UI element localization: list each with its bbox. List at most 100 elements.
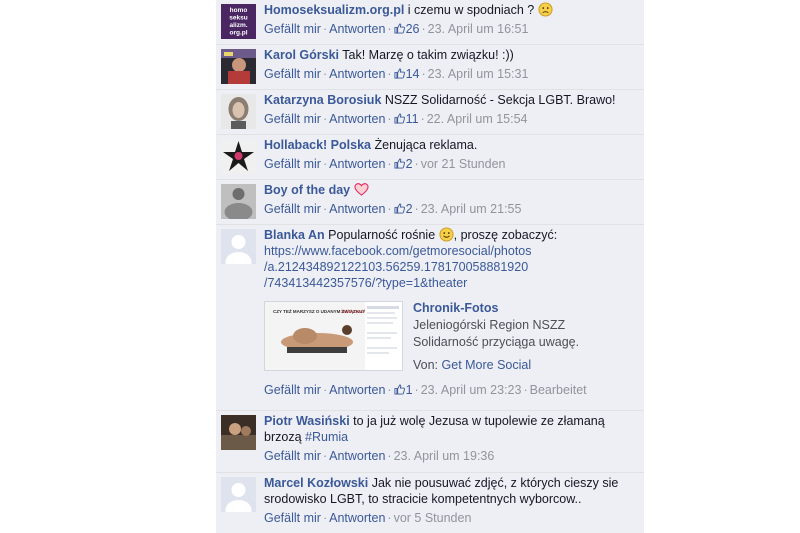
comment-text: Żenująca reklama. [374, 138, 478, 152]
reply-button[interactable]: Antworten [329, 202, 385, 216]
thumbs-up-icon [394, 158, 405, 169]
comment-item: Blanka An Popularność rośnie , proszę zo… [216, 224, 644, 411]
comment-timestamp[interactable]: 23. April um 15:31 [428, 67, 529, 81]
url-line[interactable]: https://www.facebook.com/getmoresocial/p… [264, 243, 636, 259]
like-count-value: 11 [405, 112, 419, 126]
comment-meta: Gefällt mir · Antworten · 2 · vor 21 Stunden [264, 157, 506, 171]
preview-source-prefix: Von: [413, 358, 439, 372]
reply-button[interactable]: Antworten [329, 157, 385, 171]
comment-item: Marcel Kozłowski Jak nie pousuwać zdjęć,… [216, 472, 644, 533]
comment-timestamp[interactable]: 23. April um 16:51 [428, 22, 529, 36]
like-button[interactable]: Gefällt mir [264, 511, 321, 525]
preview-image[interactable]: CZY TEŻ MARZYSZ O UDANYM ZWIĄZKU? Solida… [264, 301, 403, 371]
url-line[interactable]: /a.212434892122103.56259.178170058881920 [264, 259, 636, 275]
thumbs-up-icon [394, 68, 405, 79]
comment-meta: Gefällt mir · Antworten · 26 · 23. April um 16… [264, 22, 529, 36]
comment-author[interactable]: Boy of the day [264, 183, 350, 197]
comment-author[interactable]: Katarzyna Borosiuk [264, 93, 381, 107]
svg-text:org.pl: org.pl [229, 30, 247, 37]
comment-text: i czemu w spodniach ? [407, 3, 535, 17]
like-count-value: 26 [405, 22, 420, 36]
comment-meta: Gefällt mir · Antworten · 1 · 23. April um 23:… [264, 383, 587, 397]
comment-timestamp[interactable]: vor 21 Stunden [421, 157, 506, 171]
like-count[interactable]: 2 [394, 157, 413, 171]
avatar[interactable] [221, 49, 256, 84]
reply-button[interactable]: Antworten [329, 112, 385, 126]
avatar[interactable] [221, 184, 256, 219]
like-count-value: 2 [405, 157, 413, 171]
comment-author[interactable]: Marcel Kozłowski [264, 476, 368, 490]
preview-title[interactable]: Chronik-Fotos [413, 300, 633, 317]
comment-item: Piotr Wasiński to ja już wolę Jezusa w t… [216, 410, 644, 473]
reply-button[interactable]: Antworten [329, 383, 385, 397]
like-button[interactable]: Gefällt mir [264, 22, 321, 36]
thumbs-up-icon [394, 113, 405, 124]
comment-author[interactable]: Hollaback! Polska [264, 138, 371, 152]
comment-text: Popularność rośnie [328, 228, 436, 242]
comment-meta: Gefällt mir · Antworten · 23. April um 19:36 [264, 449, 495, 463]
thumbs-up-icon [394, 384, 405, 395]
avatar[interactable] [221, 229, 256, 264]
like-button[interactable]: Gefällt mir [264, 157, 321, 171]
avatar[interactable] [221, 139, 256, 174]
comment-meta: Gefällt mir · Antworten · vor 5 Stunden [264, 511, 472, 525]
like-count-value: 1 [405, 383, 413, 397]
svg-text:seksu: seksu [229, 15, 247, 22]
reply-button[interactable]: Antworten [329, 449, 385, 463]
comment-author[interactable]: Piotr Wasiński [264, 414, 350, 428]
comment-item: Katarzyna Borosiuk NSZZ Solidarność - Se… [216, 89, 644, 135]
comment-item: Boy of the day Gefällt mir · Antworten · 2 · 2… [216, 179, 644, 225]
comment-timestamp[interactable]: 23. April um 19:36 [394, 449, 495, 463]
like-button[interactable]: Gefällt mir [264, 112, 321, 126]
brand-logo: Solidarność [341, 310, 366, 315]
comment-text-continued: , proszę zobaczyć: [453, 228, 558, 242]
reply-button[interactable]: Antworten [329, 22, 385, 36]
avatar[interactable] [221, 477, 256, 512]
avatar[interactable] [221, 94, 256, 129]
frown-emoji-icon [538, 2, 553, 17]
like-button[interactable]: Gefällt mir [264, 383, 321, 397]
thumbs-up-icon [394, 23, 405, 34]
link-preview[interactable]: CZY TEŻ MARZYSZ O UDANYM ZWIĄZKU? Solida… [264, 301, 636, 376]
preview-source-link[interactable]: Get More Social [442, 358, 532, 372]
like-count[interactable]: 14 [394, 67, 420, 81]
like-count-value: 14 [405, 67, 420, 81]
like-count[interactable]: 1 [394, 383, 413, 397]
shared-link[interactable]: https://www.facebook.com/getmoresocial/p… [264, 243, 636, 291]
avatar[interactable] [221, 415, 256, 450]
comment-timestamp[interactable]: 23. April um 23:23 [421, 383, 522, 397]
comment-item: Karol Górski Tak! Marzę o takim związku!… [216, 44, 644, 90]
reply-button[interactable]: Antworten [329, 511, 385, 525]
avatar[interactable]: homo seksu alizm. org.pl [221, 4, 256, 39]
heart-emoji-icon [354, 183, 369, 196]
svg-text:homo: homo [230, 7, 248, 14]
comment-timestamp[interactable]: 23. April um 21:55 [421, 202, 522, 216]
like-button[interactable]: Gefällt mir [264, 202, 321, 216]
comment-author[interactable]: Homoseksualizm.org.pl [264, 3, 404, 17]
hashtag-link[interactable]: #Rumia [305, 430, 348, 444]
reply-button[interactable]: Antworten [329, 67, 385, 81]
comment-author[interactable]: Karol Górski [264, 48, 339, 62]
comment-timestamp[interactable]: vor 5 Stunden [394, 511, 472, 525]
comment-timestamp[interactable]: 22. April um 15:54 [427, 112, 528, 126]
url-line[interactable]: /743413442357576/?type=1&theater [264, 275, 636, 291]
comment-list: homo seksu alizm. org.pl Homoseksualizm.… [216, 0, 644, 533]
comment-text: NSZZ Solidarność - Sekcja LGBT. Brawo! [384, 93, 616, 107]
preview-description: Jeleniogórski Region NSZZ Solidarność pr… [413, 318, 580, 349]
comment-meta: Gefällt mir · Antworten · 14 · 23. April um 15… [264, 67, 529, 81]
svg-text:alizm.: alizm. [229, 22, 247, 29]
edited-label[interactable]: Bearbeitet [530, 383, 587, 397]
like-count[interactable]: 26 [394, 22, 420, 36]
comment-item: homo seksu alizm. org.pl Homoseksualizm.… [216, 0, 644, 44]
like-button[interactable]: Gefällt mir [264, 67, 321, 81]
preview-source: Von: Get More Social [413, 357, 633, 374]
comment-item: Hollaback! Polska Żenująca reklama. Gefä… [216, 134, 644, 180]
smile-emoji-icon [439, 227, 454, 242]
like-count[interactable]: 11 [394, 112, 419, 126]
comment-meta: Gefällt mir · Antworten · 2 · 23. April um 21:… [264, 202, 522, 216]
like-count[interactable]: 2 [394, 202, 413, 216]
like-count-value: 2 [405, 202, 413, 216]
comment-author[interactable]: Blanka An [264, 228, 325, 242]
like-button[interactable]: Gefällt mir [264, 449, 321, 463]
comment-meta: Gefällt mir · Antworten · 11 · 22. April um 15… [264, 112, 528, 126]
